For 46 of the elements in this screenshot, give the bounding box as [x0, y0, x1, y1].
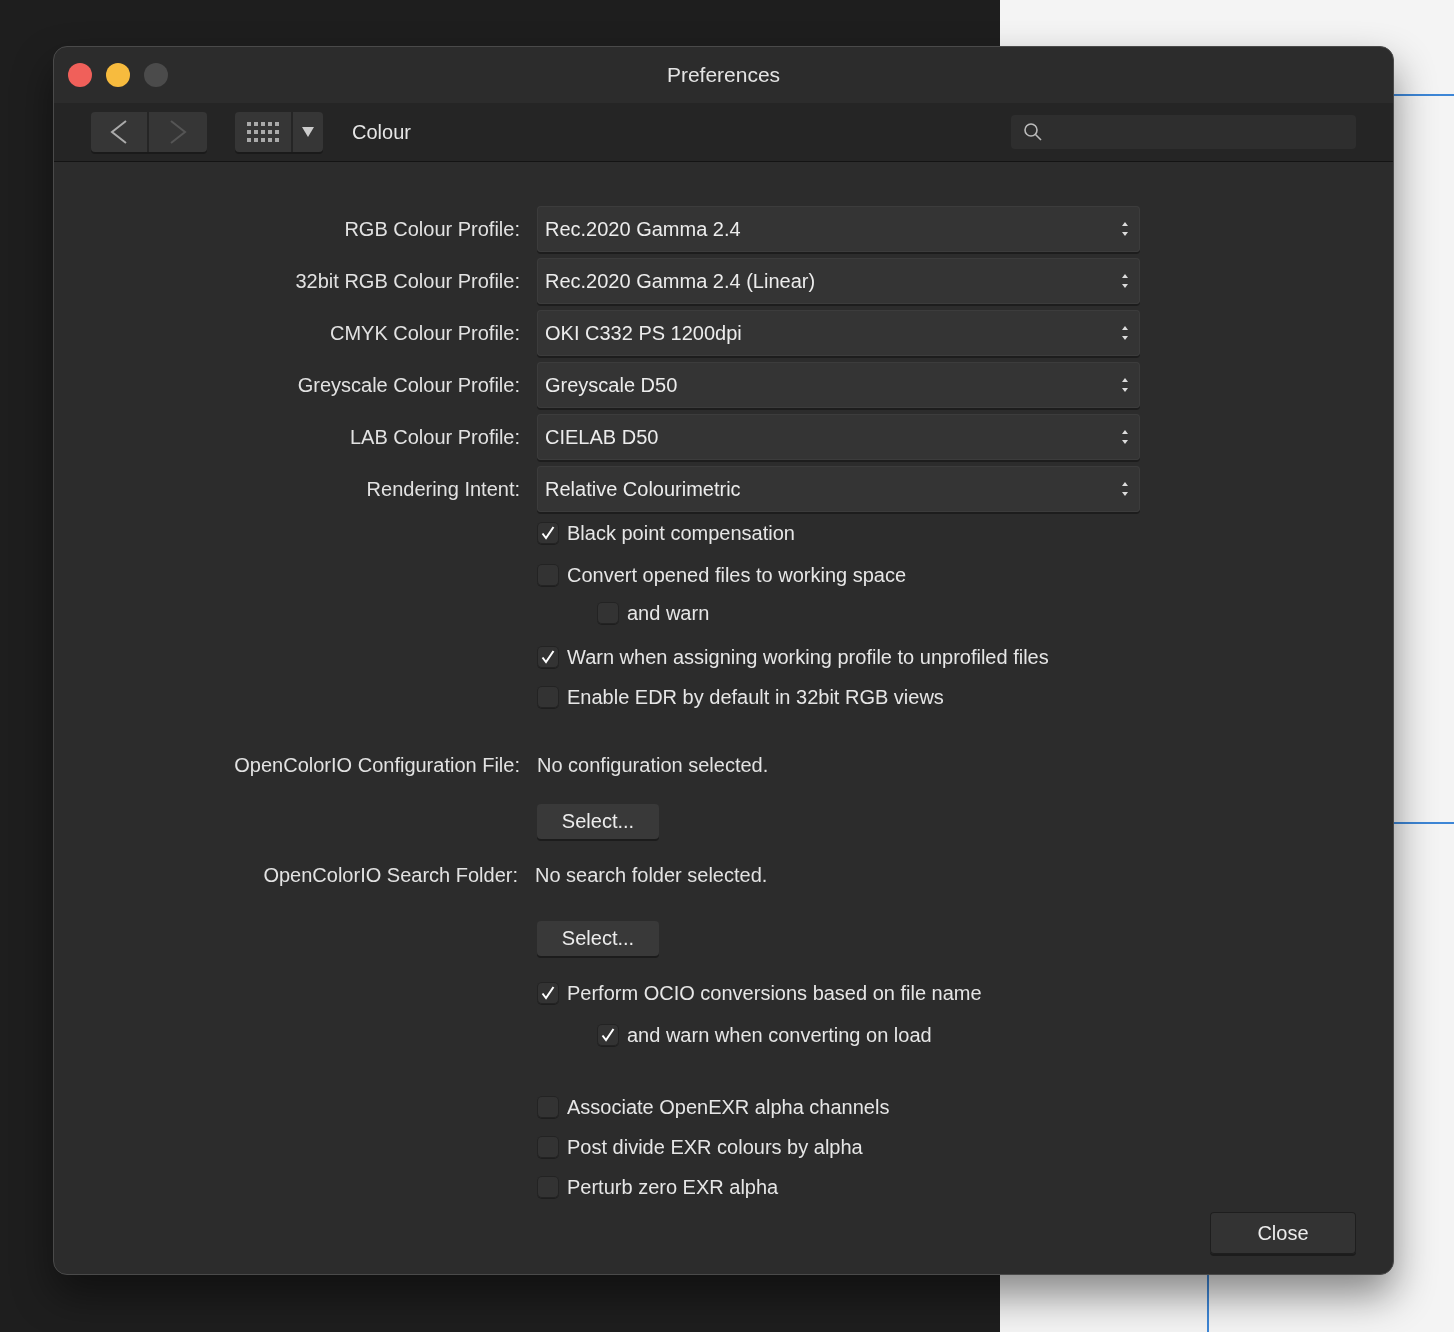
checkbox-label: Warn when assigning working profile to unprofiled files	[567, 645, 1049, 669]
field-label: CMYK Colour Profile:	[328, 321, 520, 345]
profile-dropdown[interactable]: Relative Colourimetric	[537, 466, 1140, 512]
checkbox-label: Enable EDR by default in 32bit RGB views	[567, 685, 944, 709]
profile-dropdown[interactable]: OKI C332 PS 1200dpi	[537, 310, 1140, 356]
search-field[interactable]	[1011, 115, 1356, 149]
field-value: No search folder selected.	[535, 863, 769, 887]
select-button[interactable]: Select...	[537, 804, 659, 839]
select-button[interactable]: Select...	[537, 921, 659, 956]
checkbox[interactable]	[597, 1024, 619, 1046]
profile-dropdown[interactable]: CIELAB D50	[537, 414, 1140, 460]
checkbox-label: Post divide EXR colours by alpha	[567, 1135, 863, 1159]
triangle-down-icon	[302, 127, 314, 137]
field-label: OpenColorIO Configuration File:	[233, 753, 520, 777]
checkbox[interactable]	[537, 522, 559, 544]
field-label: 32bit RGB Colour Profile:	[294, 269, 520, 293]
search-icon	[1023, 122, 1043, 142]
field-value: No configuration selected.	[537, 753, 770, 777]
field-label: RGB Colour Profile:	[343, 217, 520, 241]
field-label: Rendering Intent:	[365, 477, 520, 501]
minimize-window-button[interactable]	[106, 63, 130, 87]
chevron-left-icon	[109, 119, 129, 145]
dropdown-button[interactable]	[293, 112, 323, 152]
close-window-button[interactable]	[68, 63, 92, 87]
checkbox-label: and warn	[627, 601, 710, 625]
field-label: OpenColorIO Search Folder:	[262, 863, 518, 887]
field-label: LAB Colour Profile:	[348, 425, 520, 449]
profile-dropdown[interactable]: Rec.2020 Gamma 2.4 (Linear)	[537, 258, 1140, 304]
profile-dropdown[interactable]: Rec.2020 Gamma 2.4	[537, 206, 1140, 252]
section-title: Colour	[352, 120, 411, 144]
checkbox-label: Convert opened files to working space	[567, 563, 907, 587]
back-button[interactable]	[91, 112, 149, 152]
grid-view-button[interactable]	[235, 112, 293, 152]
chevron-right-icon	[168, 119, 188, 145]
checkbox-label: Black point compensation	[567, 521, 795, 545]
checkbox[interactable]	[537, 646, 559, 668]
checkbox-label: Perturb zero EXR alpha	[567, 1175, 779, 1199]
grid-icon	[247, 122, 279, 142]
checkbox-label: and warn when converting on load	[627, 1023, 932, 1047]
window-title: Preferences	[666, 63, 781, 87]
field-label: Greyscale Colour Profile:	[296, 373, 520, 397]
checkbox-label: Perform OCIO conversions based on file name	[567, 981, 982, 1005]
close-button[interactable]: Close	[1210, 1212, 1356, 1254]
checkbox[interactable]	[537, 982, 559, 1004]
checkbox-label: Associate OpenEXR alpha channels	[567, 1095, 890, 1119]
profile-dropdown[interactable]: Greyscale D50	[537, 362, 1140, 408]
